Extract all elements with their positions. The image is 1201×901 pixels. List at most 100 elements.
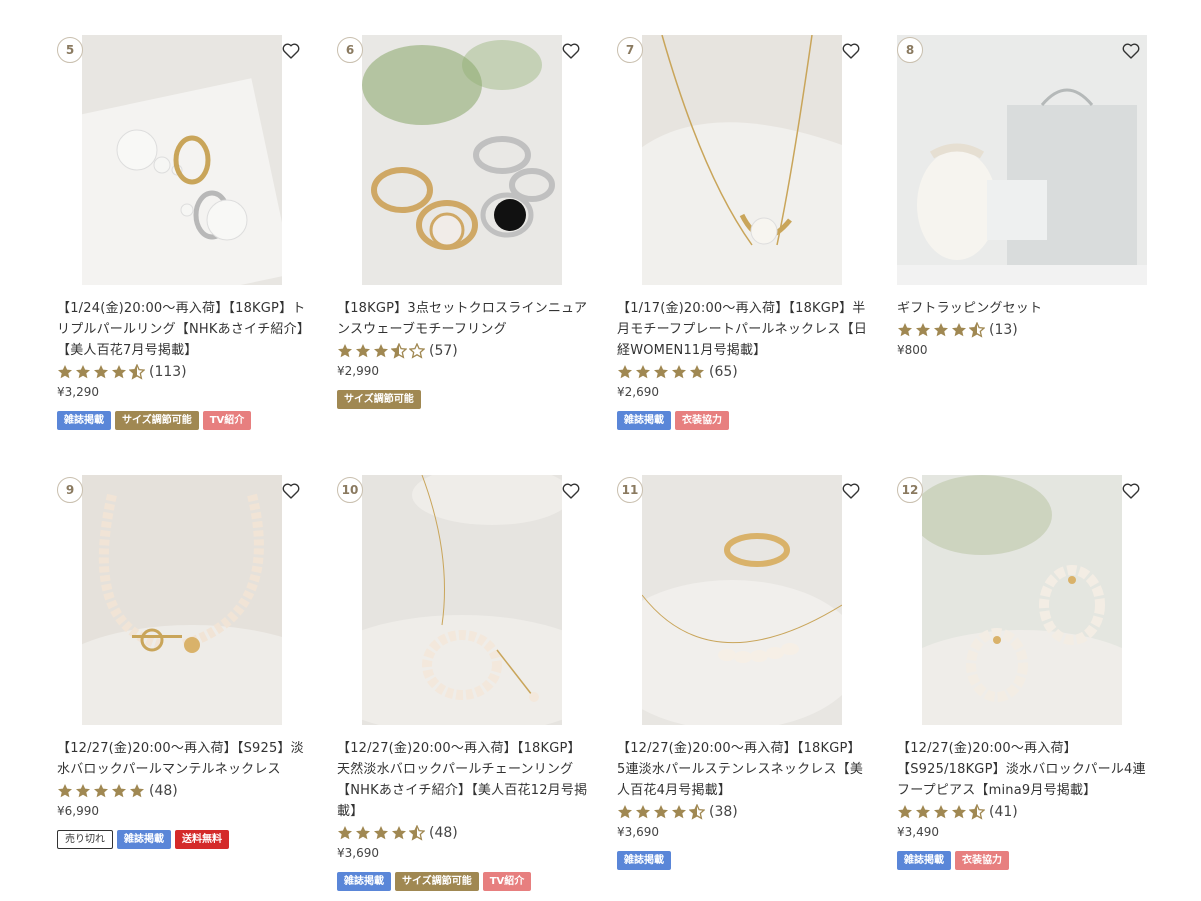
product-image[interactable] xyxy=(82,35,282,285)
rating-stars xyxy=(897,321,985,338)
star-icon xyxy=(58,364,72,378)
product-image[interactable] xyxy=(642,35,842,285)
product-image[interactable] xyxy=(642,475,842,725)
product-title[interactable]: 【1/17(金)20:00〜再入荷】【18KGP】半月モチーフプレートパールネッ… xyxy=(617,298,869,361)
star-icon xyxy=(409,342,425,359)
review-count: (65) xyxy=(709,363,738,380)
star-icon xyxy=(898,322,912,336)
tag-badge: TV紹介 xyxy=(202,411,252,430)
tag-badge: 雑誌掲載 xyxy=(337,872,391,891)
star-icon xyxy=(952,804,966,818)
review-count: (48) xyxy=(149,782,178,799)
product-card[interactable]: 8 ギフトラッピングセット (13) ¥800 xyxy=(897,35,1147,475)
product-image[interactable] xyxy=(897,35,1147,285)
product-card[interactable]: 7 【1/17(金)20:00〜再入荷】【18KGP】半月モチーフプレートパールネ… xyxy=(617,35,867,475)
heart-outline-icon[interactable] xyxy=(1121,41,1141,61)
heart-outline-icon[interactable] xyxy=(561,41,581,61)
heart-outline-icon[interactable] xyxy=(281,41,301,61)
product-card[interactable]: 5 【1/24(金)20:00〜再入荷】【18KGP】トリプルパールリング【NHK… xyxy=(57,35,307,475)
product-title[interactable]: 【12/27(金)20:00〜再入荷】【S925/18KGP】淡水バロックパール… xyxy=(897,738,1149,801)
product-tags: 雑誌掲載 衣装協力 xyxy=(897,851,1147,870)
product-rating: (48) xyxy=(337,822,587,843)
rating-stars xyxy=(617,803,705,820)
product-title[interactable]: ギフトラッピングセット xyxy=(897,298,1149,319)
rating-stars xyxy=(57,363,145,380)
product-title[interactable]: 【12/27(金)20:00〜再入荷】【18KGP】天然淡水バロックパールチェー… xyxy=(337,738,589,822)
product-card[interactable]: 12 【12/27(金)20:00〜再入荷】【S925/18KGP】淡水バロックパ… xyxy=(897,475,1147,895)
product-image-area[interactable]: 7 xyxy=(617,35,867,285)
star-icon xyxy=(898,804,912,818)
star-icon xyxy=(58,783,72,797)
star-icon xyxy=(338,343,352,357)
product-image-area[interactable]: 11 xyxy=(617,475,867,725)
star-icon xyxy=(689,803,705,820)
tag-badge: TV紹介 xyxy=(482,872,532,891)
tag-badge: サイズ調節可能 xyxy=(115,411,199,430)
product-image[interactable] xyxy=(362,475,562,725)
pearl-rings-photo xyxy=(82,35,282,285)
product-price: ¥3,690 xyxy=(617,825,659,839)
product-title[interactable]: 【18KGP】3点セットクロスラインニュアンスウェーブモチーフリング xyxy=(337,298,589,340)
star-icon xyxy=(392,825,406,839)
rating-stars xyxy=(337,342,425,359)
product-image-area[interactable]: 6 xyxy=(337,35,587,285)
tag-badge: 雑誌掲載 xyxy=(117,830,171,849)
product-image[interactable] xyxy=(362,35,562,285)
review-count: (13) xyxy=(989,321,1018,338)
star-icon xyxy=(94,364,108,378)
tag-badge: 衣装協力 xyxy=(675,411,729,430)
star-icon xyxy=(934,322,948,336)
tag-badge: サイズ調節可能 xyxy=(337,390,421,409)
product-image-area[interactable]: 10 xyxy=(337,475,587,725)
star-icon xyxy=(356,825,370,839)
product-image-area[interactable]: 8 xyxy=(897,35,1147,285)
heart-outline-icon[interactable] xyxy=(561,481,581,501)
heart-outline-icon[interactable] xyxy=(1121,481,1141,501)
star-icon xyxy=(690,364,704,378)
heart-outline-icon[interactable] xyxy=(841,481,861,501)
product-image[interactable] xyxy=(922,475,1122,725)
star-icon xyxy=(129,363,145,380)
product-tags: 雑誌掲載 衣装協力 xyxy=(617,411,867,430)
product-rating: (113) xyxy=(57,361,307,382)
star-icon xyxy=(76,364,90,378)
star-icon xyxy=(952,322,966,336)
star-icon xyxy=(94,783,108,797)
star-icon xyxy=(338,825,352,839)
product-image-area[interactable]: 12 xyxy=(897,475,1147,725)
star-icon xyxy=(969,321,985,338)
tag-badge: サイズ調節可能 xyxy=(395,872,479,891)
tag-badge: 売り切れ xyxy=(57,830,113,849)
product-title[interactable]: 【12/27(金)20:00〜再入荷】【18KGP】5連淡水パールステンレスネッ… xyxy=(617,738,869,801)
product-tags: 雑誌掲載 サイズ調節可能 TV紹介 xyxy=(337,872,587,891)
star-icon xyxy=(618,804,632,818)
product-grid: 5 【1/24(金)20:00〜再入荷】【18KGP】トリプルパールリング【NHK… xyxy=(57,35,1147,895)
gift-set-photo xyxy=(897,35,1147,285)
product-title[interactable]: 【12/27(金)20:00〜再入荷】【S925】淡水バロックパールマンテルネッ… xyxy=(57,738,309,780)
rating-stars xyxy=(337,824,425,841)
heart-outline-icon[interactable] xyxy=(281,481,301,501)
product-card[interactable]: 9 【12/27(金)20:00〜再入荷】【S925】淡水バロックパールマンテルネ… xyxy=(57,475,307,895)
product-price: ¥3,690 xyxy=(337,846,379,860)
star-icon xyxy=(112,783,126,797)
product-card[interactable]: 10 【12/27(金)20:00〜再入荷】【18KGP】天然淡水バロックパールチ… xyxy=(337,475,587,895)
product-rating: (57) xyxy=(337,340,587,361)
rating-stars xyxy=(617,364,705,380)
tag-badge: 衣装協力 xyxy=(955,851,1009,870)
rank-badge: 8 xyxy=(897,37,923,63)
product-card[interactable]: 11 【12/27(金)20:00〜再入荷】【18KGP】5連淡水パールステンレス… xyxy=(617,475,867,895)
tag-badge: 雑誌掲載 xyxy=(897,851,951,870)
star-icon xyxy=(916,322,930,336)
product-rating: (13) xyxy=(897,319,1147,340)
product-image-area[interactable]: 9 xyxy=(57,475,307,725)
review-count: (113) xyxy=(149,363,187,380)
heart-outline-icon[interactable] xyxy=(841,41,861,61)
product-image[interactable] xyxy=(82,475,282,725)
product-card[interactable]: 6 【18KGP】3点セットクロスラインニュアンスウェーブモチーフリング (57) ¥… xyxy=(337,35,587,475)
half-moon-necklace-photo xyxy=(642,35,842,285)
product-image-area[interactable]: 5 xyxy=(57,35,307,285)
five-pearl-necklace-photo xyxy=(642,475,842,725)
rank-badge: 5 xyxy=(57,37,83,63)
star-icon xyxy=(969,803,985,820)
product-title[interactable]: 【1/24(金)20:00〜再入荷】【18KGP】トリプルパールリング【NHKあ… xyxy=(57,298,309,361)
